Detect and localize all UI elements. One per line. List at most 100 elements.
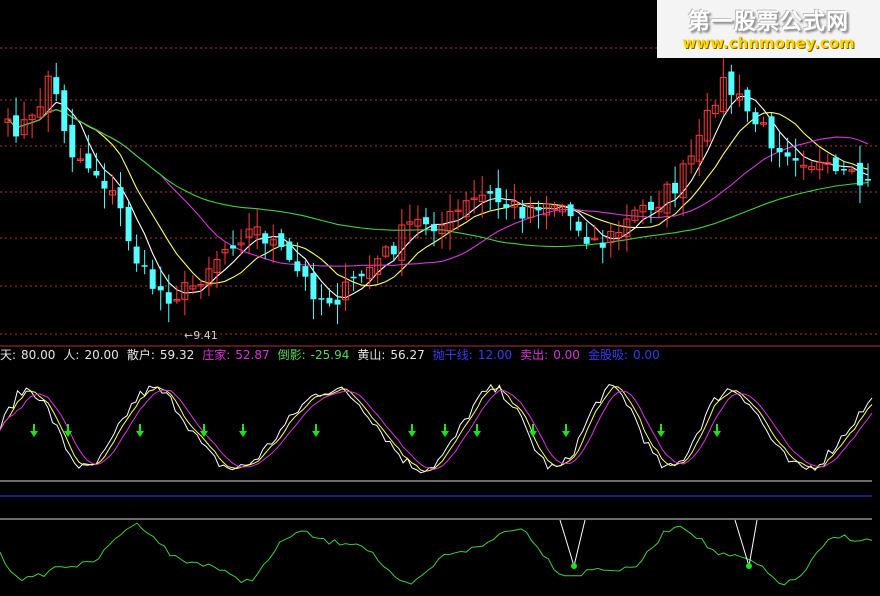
legend-value: 59.32 xyxy=(159,348,195,362)
candle-body xyxy=(318,298,325,300)
candlestick[interactable] xyxy=(792,138,799,177)
candlestick[interactable] xyxy=(816,148,824,180)
left-arrow-icon: ← xyxy=(184,329,194,342)
candlestick[interactable] xyxy=(575,216,582,237)
candlestick[interactable] xyxy=(334,283,341,325)
oscillator-panel[interactable] xyxy=(0,383,873,474)
candlestick[interactable] xyxy=(125,200,132,251)
candlestick[interactable] xyxy=(414,205,422,239)
legend-item: 卖出: 0.00 xyxy=(520,348,584,362)
candlestick[interactable] xyxy=(703,92,711,147)
candlestick[interactable] xyxy=(784,137,791,166)
candlestick[interactable] xyxy=(695,119,703,177)
candlestick[interactable] xyxy=(478,176,486,218)
candlestick[interactable] xyxy=(117,172,124,227)
candlestick[interactable] xyxy=(286,237,293,263)
candlestick[interactable] xyxy=(221,242,229,265)
candlestick[interactable] xyxy=(752,107,759,133)
candlestick[interactable] xyxy=(269,224,277,264)
candlestick[interactable] xyxy=(824,153,832,174)
candle-body xyxy=(487,191,494,194)
candlestick[interactable] xyxy=(358,270,365,284)
candlestick[interactable] xyxy=(382,244,390,259)
candlestick[interactable] xyxy=(189,275,197,295)
candlestick[interactable] xyxy=(36,88,44,120)
down-arrow-icon xyxy=(312,424,320,437)
candlestick[interactable] xyxy=(253,208,261,250)
arrow-head xyxy=(529,431,537,437)
candlestick[interactable] xyxy=(422,207,429,236)
candlestick[interactable] xyxy=(510,183,518,220)
candlestick[interactable] xyxy=(278,228,285,251)
candlestick[interactable] xyxy=(76,148,84,163)
candle-body xyxy=(61,90,68,132)
candlestick[interactable] xyxy=(93,152,100,179)
candlestick[interactable] xyxy=(495,169,502,219)
bottom-indicator-panel[interactable] xyxy=(0,519,873,586)
candlestick[interactable] xyxy=(631,206,639,224)
candlestick[interactable] xyxy=(776,131,783,168)
candlestick[interactable] xyxy=(149,259,156,295)
candle-body xyxy=(599,242,606,248)
candlestick[interactable] xyxy=(655,190,663,219)
candle-body xyxy=(503,204,510,208)
legend-label: 天: xyxy=(0,348,17,362)
candlestick[interactable] xyxy=(567,201,574,231)
candlestick[interactable] xyxy=(503,189,510,220)
candlestick[interactable] xyxy=(623,204,631,252)
low-price-marker: ←9.41 xyxy=(184,329,218,342)
candlestick[interactable] xyxy=(470,180,478,214)
candlestick[interactable] xyxy=(591,224,599,241)
candlestick[interactable] xyxy=(230,230,237,256)
candle-body xyxy=(792,158,799,161)
candlestick[interactable] xyxy=(687,139,695,174)
candlestick[interactable] xyxy=(607,223,615,258)
candlestick[interactable] xyxy=(44,70,52,132)
stock-chart[interactable] xyxy=(0,0,880,596)
legend-value: 20.00 xyxy=(84,348,119,362)
candlestick[interactable] xyxy=(374,255,382,284)
candlestick[interactable] xyxy=(398,209,406,277)
candle-body xyxy=(302,266,309,277)
candlestick[interactable] xyxy=(133,234,140,272)
candlestick[interactable] xyxy=(639,199,647,225)
candlestick[interactable] xyxy=(342,263,350,311)
candlestick[interactable] xyxy=(462,192,470,221)
candlestick[interactable] xyxy=(85,134,92,173)
candlestick[interactable] xyxy=(744,87,751,122)
candlestick[interactable] xyxy=(760,116,767,128)
candlestick[interactable] xyxy=(53,62,60,101)
candlestick[interactable] xyxy=(719,58,727,115)
candlestick[interactable] xyxy=(28,113,36,139)
osc-j-line xyxy=(0,389,873,471)
down-arrow-icon xyxy=(562,424,570,437)
candlestick[interactable] xyxy=(856,145,863,204)
candlestick[interactable] xyxy=(165,274,172,323)
candlestick[interactable] xyxy=(310,262,317,320)
candlestick[interactable] xyxy=(318,284,325,316)
candlestick[interactable] xyxy=(735,74,743,108)
candlestick[interactable] xyxy=(711,100,719,118)
candlestick[interactable] xyxy=(205,256,213,296)
bottom-signal-dot xyxy=(571,563,577,569)
candlestick[interactable] xyxy=(728,64,735,114)
candle-body xyxy=(165,292,172,304)
candlestick[interactable] xyxy=(808,161,816,173)
candlestick[interactable] xyxy=(599,229,606,264)
candlestick[interactable] xyxy=(487,184,494,211)
candlestick[interactable] xyxy=(13,97,20,143)
candlestick[interactable] xyxy=(4,108,12,137)
candlestick[interactable] xyxy=(840,160,847,175)
candle-body xyxy=(864,179,871,181)
candlestick[interactable] xyxy=(141,249,148,275)
candle-body xyxy=(101,180,108,189)
candlesticks[interactable] xyxy=(4,58,871,325)
candlestick[interactable] xyxy=(526,196,534,223)
candlestick[interactable] xyxy=(832,154,839,175)
candlestick[interactable] xyxy=(294,242,301,277)
candlestick[interactable] xyxy=(647,195,654,224)
candlestick[interactable] xyxy=(101,163,108,209)
candlestick[interactable] xyxy=(20,101,28,139)
arrow-head xyxy=(239,431,247,437)
candlestick[interactable] xyxy=(61,84,68,144)
